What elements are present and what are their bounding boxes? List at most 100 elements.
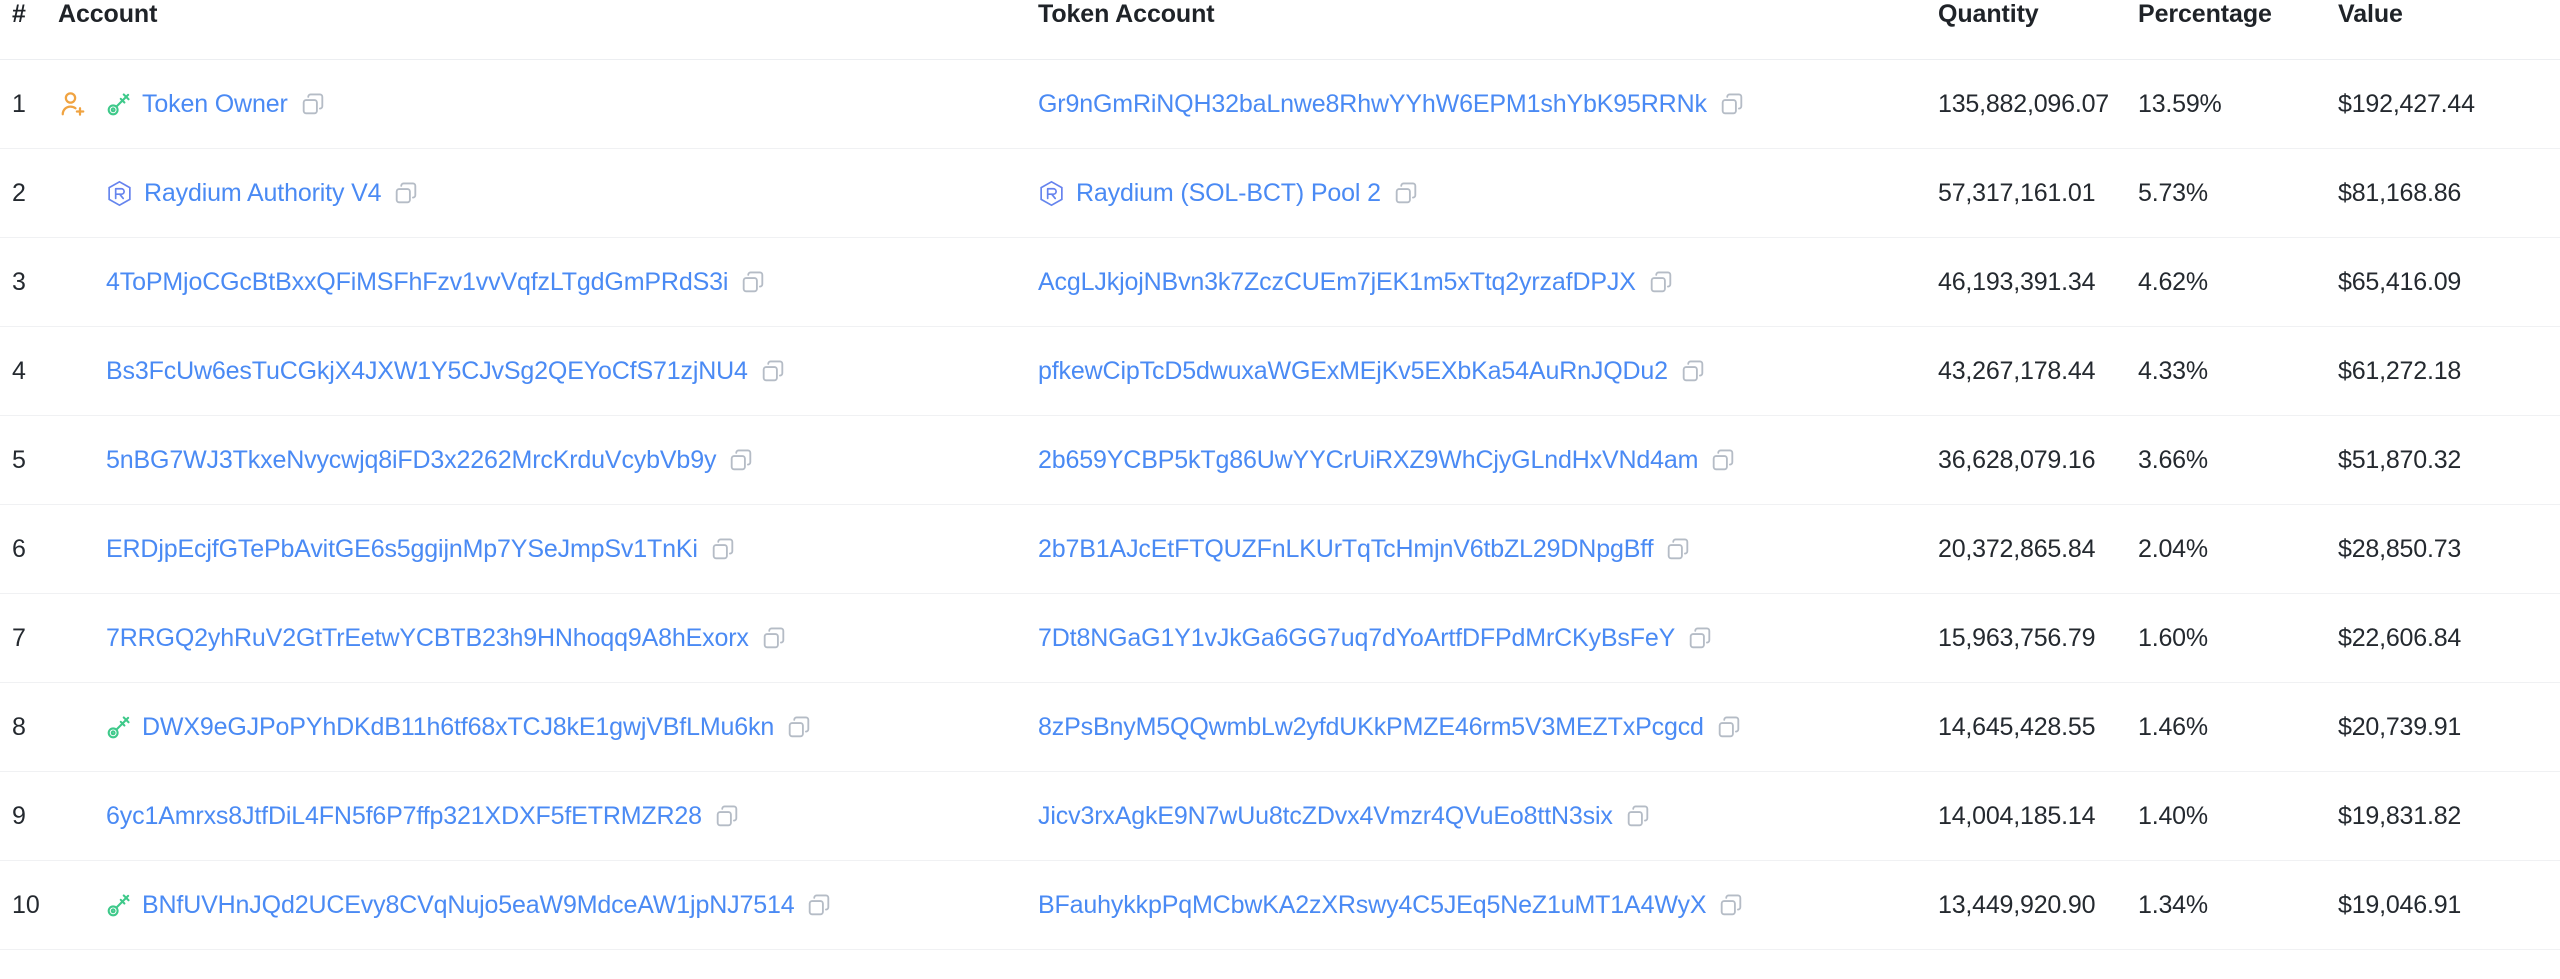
- row-rank: 10: [12, 890, 40, 919]
- table-body: 1 Token Owner Gr9nGmRiNQH32baLnwe8RhwYYh…: [0, 60, 2560, 950]
- quantity-value: 14,004,185.14: [1938, 801, 2096, 830]
- copy-icon[interactable]: [1648, 269, 1674, 295]
- account-cell: 6yc1Amrxs8JtfDiL4FN5f6P7ffp321XDXF5fETRM…: [58, 772, 1038, 861]
- quantity-value: 15,963,756.79: [1938, 623, 2096, 652]
- account-link[interactable]: Bs3FcUw6esTuCGkjX4JXW1Y5CJvSg2QEYoCfS71z…: [106, 357, 748, 386]
- account-link[interactable]: Raydium Authority V4: [144, 179, 382, 208]
- token-account-link[interactable]: pfkewCipTcD5dwuxaWGExMEjKv5EXbKa54AuRnJQ…: [1038, 357, 1668, 386]
- token-account-link[interactable]: 7Dt8NGaG1Y1vJkGa6GG7uq7dYoArtfDFPdMrCKyB…: [1038, 624, 1675, 653]
- usd-value: $192,427.44: [2338, 89, 2475, 118]
- account-link[interactable]: BNfUVHnJQd2UCEvy8CVqNujo5eaW9MdceAW1jpNJ…: [142, 891, 795, 920]
- token-account-cell-content: 2b7B1AJcEtFTQUZFnLKUrTqTcHmjnV6tbZL29DNp…: [1038, 535, 1938, 564]
- quantity-value: 36,628,079.16: [1938, 445, 2096, 474]
- account-cell: Bs3FcUw6esTuCGkjX4JXW1Y5CJvSg2QEYoCfS71z…: [58, 327, 1038, 416]
- usd-value: $81,168.86: [2338, 178, 2462, 207]
- account-cell-content: 5nBG7WJ3TkxeNvycwjq8iFD3x2262MrcKrduVcyb…: [58, 446, 1038, 475]
- token-account-cell-content: 8zPsBnyM5QQwmbLw2yfdUKkPMZE46rm5V3MEZTxP…: [1038, 713, 1938, 742]
- table-row: 1 Token Owner Gr9nGmRiNQH32baLnwe8RhwYYh…: [0, 60, 2560, 149]
- copy-icon[interactable]: [728, 447, 754, 473]
- row-rank: 6: [12, 534, 26, 563]
- token-account-cell: 7Dt8NGaG1Y1vJkGa6GG7uq7dYoArtfDFPdMrCKyB…: [1038, 594, 1938, 683]
- account-cell-content: Bs3FcUw6esTuCGkjX4JXW1Y5CJvSg2QEYoCfS71z…: [58, 357, 1038, 386]
- quantity-value: 13,449,920.90: [1938, 890, 2096, 919]
- token-account-link[interactable]: 2b659YCBP5kTg86UwYYCrUiRXZ9WhCjyGLndHxVN…: [1038, 446, 1698, 475]
- copy-icon[interactable]: [300, 91, 326, 117]
- copy-icon[interactable]: [1719, 91, 1745, 117]
- row-rank: 4: [12, 356, 26, 385]
- token-account-cell: Raydium (SOL-BCT) Pool 2: [1038, 149, 1938, 238]
- token-account-link[interactable]: BFauhykkpPqMCbwKA2zXRswy4C5JEq5NeZ1uMT1A…: [1038, 891, 1707, 920]
- copy-icon[interactable]: [1716, 714, 1742, 740]
- usd-value: $65,416.09: [2338, 267, 2462, 296]
- account-cell: BNfUVHnJQd2UCEvy8CVqNujo5eaW9MdceAW1jpNJ…: [58, 861, 1038, 950]
- account-cell-content: 4ToPMjoCGcBtBxxQFiMSFhFzv1vvVqfzLTgdGmPR…: [58, 268, 1038, 297]
- token-account-cell: Gr9nGmRiNQH32baLnwe8RhwYYhW6EPM1shYbK95R…: [1038, 60, 1938, 149]
- quantity-value: 20,372,865.84: [1938, 534, 2096, 563]
- token-account-cell: 2b7B1AJcEtFTQUZFnLKUrTqTcHmjnV6tbZL29DNp…: [1038, 505, 1938, 594]
- quantity-value: 57,317,161.01: [1938, 178, 2096, 207]
- account-link[interactable]: 5nBG7WJ3TkxeNvycwjq8iFD3x2262MrcKrduVcyb…: [106, 446, 716, 475]
- copy-icon[interactable]: [393, 180, 419, 206]
- token-account-link[interactable]: Raydium (SOL-BCT) Pool 2: [1076, 179, 1381, 208]
- token-account-cell-content: Gr9nGmRiNQH32baLnwe8RhwYYhW6EPM1shYbK95R…: [1038, 90, 1938, 119]
- table-row: 4 Bs3FcUw6esTuCGkjX4JXW1Y5CJvSg2QEYoCfS71…: [0, 327, 2560, 416]
- token-account-cell-content: Raydium (SOL-BCT) Pool 2: [1038, 179, 1938, 208]
- account-link[interactable]: Token Owner: [142, 90, 288, 119]
- percentage-value: 1.60%: [2138, 623, 2208, 652]
- key-icon: [107, 93, 130, 116]
- token-account-link[interactable]: Gr9nGmRiNQH32baLnwe8RhwYYhW6EPM1shYbK95R…: [1038, 90, 1707, 119]
- usd-value: $19,046.91: [2338, 890, 2462, 919]
- table-row: 7 7RRGQ2yhRuV2GtTrEetwYCBTB23h9HNhoqq9A8h…: [0, 594, 2560, 683]
- copy-icon[interactable]: [740, 269, 766, 295]
- row-rank: 1: [12, 89, 26, 118]
- account-cell: Raydium Authority V4: [58, 149, 1038, 238]
- account-link[interactable]: DWX9eGJPoPYhDKdB11h6tf68xTCJ8kE1gwjVBfLM…: [142, 713, 774, 742]
- account-cell-content: DWX9eGJPoPYhDKdB11h6tf68xTCJ8kE1gwjVBfLM…: [58, 713, 1038, 742]
- copy-icon[interactable]: [760, 358, 786, 384]
- column-header-percentage: Percentage: [2138, 0, 2272, 28]
- copy-icon[interactable]: [1687, 625, 1713, 651]
- copy-icon[interactable]: [1393, 180, 1419, 206]
- row-rank: 9: [12, 801, 26, 830]
- token-account-cell: AcgLJkjojNBvn3k7ZczCUEm7jEK1m5xTtq2yrzaf…: [1038, 238, 1938, 327]
- usd-value: $22,606.84: [2338, 623, 2462, 652]
- key-icon: [107, 894, 130, 917]
- copy-icon[interactable]: [761, 625, 787, 651]
- usd-value: $51,870.32: [2338, 445, 2462, 474]
- token-account-link[interactable]: Jicv3rxAgkE9N7wUu8tcZDvx4Vmzr4QVuEo8ttN3…: [1038, 802, 1613, 831]
- copy-icon[interactable]: [1625, 803, 1651, 829]
- account-cell-content: BNfUVHnJQd2UCEvy8CVqNujo5eaW9MdceAW1jpNJ…: [58, 891, 1038, 920]
- token-account-link[interactable]: 8zPsBnyM5QQwmbLw2yfdUKkPMZE46rm5V3MEZTxP…: [1038, 713, 1704, 742]
- account-cell-content: 6yc1Amrxs8JtfDiL4FN5f6P7ffp321XDXF5fETRM…: [58, 802, 1038, 831]
- account-link[interactable]: 7RRGQ2yhRuV2GtTrEetwYCBTB23h9HNhoqq9A8hE…: [106, 624, 749, 653]
- token-account-link[interactable]: AcgLJkjojNBvn3k7ZczCUEm7jEK1m5xTtq2yrzaf…: [1038, 268, 1636, 297]
- percentage-value: 1.40%: [2138, 801, 2208, 830]
- account-link[interactable]: ERDjpEcjfGTePbAvitGE6s5ggijnMp7YSeJmpSv1…: [106, 535, 698, 564]
- account-cell-content: Token Owner: [58, 89, 1038, 119]
- copy-icon[interactable]: [714, 803, 740, 829]
- token-account-cell-content: BFauhykkpPqMCbwKA2zXRswy4C5JEq5NeZ1uMT1A…: [1038, 891, 1938, 920]
- quantity-value: 46,193,391.34: [1938, 267, 2096, 296]
- copy-icon[interactable]: [1718, 892, 1744, 918]
- copy-icon[interactable]: [1680, 358, 1706, 384]
- copy-icon[interactable]: [786, 714, 812, 740]
- account-cell-content: 7RRGQ2yhRuV2GtTrEetwYCBTB23h9HNhoqq9A8hE…: [58, 624, 1038, 653]
- raydium-icon: [1040, 180, 1063, 206]
- key-icon: [107, 716, 130, 739]
- quantity-value: 43,267,178.44: [1938, 356, 2096, 385]
- table-row: 6 ERDjpEcjfGTePbAvitGE6s5ggijnMp7YSeJmpSv…: [0, 505, 2560, 594]
- token-account-cell-content: AcgLJkjojNBvn3k7ZczCUEm7jEK1m5xTtq2yrzaf…: [1038, 268, 1938, 297]
- account-link[interactable]: 6yc1Amrxs8JtfDiL4FN5f6P7ffp321XDXF5fETRM…: [106, 802, 702, 831]
- copy-icon[interactable]: [806, 892, 832, 918]
- token-account-cell: Jicv3rxAgkE9N7wUu8tcZDvx4Vmzr4QVuEo8ttN3…: [1038, 772, 1938, 861]
- token-account-cell-content: pfkewCipTcD5dwuxaWGExMEjKv5EXbKa54AuRnJQ…: [1038, 357, 1938, 386]
- token-account-cell: pfkewCipTcD5dwuxaWGExMEjKv5EXbKa54AuRnJQ…: [1038, 327, 1938, 416]
- token-account-link[interactable]: 2b7B1AJcEtFTQUZFnLKUrTqTcHmjnV6tbZL29DNp…: [1038, 535, 1654, 564]
- copy-icon[interactable]: [1710, 447, 1736, 473]
- copy-icon[interactable]: [1665, 536, 1691, 562]
- account-link[interactable]: 4ToPMjoCGcBtBxxQFiMSFhFzv1vvVqfzLTgdGmPR…: [106, 268, 728, 297]
- copy-icon[interactable]: [710, 536, 736, 562]
- token-holders-table: # Account Token Account Quantity Percent…: [0, 0, 2560, 950]
- percentage-value: 13.59%: [2138, 89, 2222, 118]
- table-row: 10 BNfUVHnJQd2UCEvy8CVqNujo5eaW9MdceAW1j…: [0, 861, 2560, 950]
